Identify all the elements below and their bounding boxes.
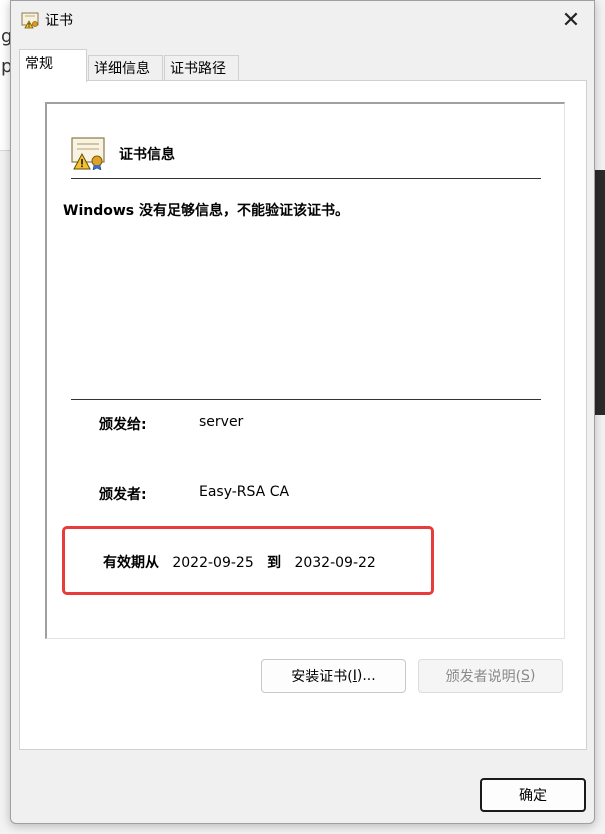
certificate-dialog: 证书 ✕ 常规 详细信息 证书路径 证书信息 Windows 没有足够信息，不能… (10, 0, 595, 824)
verification-warning: Windows 没有足够信息，不能验证该证书。 (63, 203, 349, 219)
title-bar: 证书 ✕ (11, 1, 594, 39)
install-certificate-label: 安装证书( (291, 669, 353, 685)
divider (71, 399, 541, 400)
valid-to-date: 2032-09-22 (294, 555, 376, 571)
certificate-warning-icon (71, 137, 105, 170)
tab-details[interactable]: 详细信息 (88, 55, 163, 81)
window-title: 证书 (45, 13, 73, 29)
install-certificate-button[interactable]: 安装证书(I)... (261, 659, 406, 693)
valid-from-date: 2022-09-25 (172, 555, 254, 571)
tab-label: 常规 (25, 56, 53, 72)
divider (71, 178, 541, 179)
tab-label: 证书路径 (170, 61, 226, 77)
issuer-statement-access-key: S (521, 668, 530, 684)
certificate-info-title: 证书信息 (119, 147, 175, 163)
certificate-warning-icon (21, 12, 39, 29)
install-label-suffix: )... (356, 668, 376, 684)
issued-by-value: Easy-RSA CA (199, 484, 290, 500)
issued-to-label: 颁发给: (99, 417, 147, 433)
ok-button[interactable]: 确定 (480, 778, 586, 812)
general-tab-panel: 证书信息 Windows 没有足够信息，不能验证该证书。 颁发给: server… (19, 80, 587, 750)
background-scrollbar (595, 170, 605, 415)
validity-label: 有效期从 (103, 555, 159, 571)
validity-to-word: 到 (267, 555, 282, 571)
ok-button-label: 确定 (519, 788, 547, 804)
background-window-strip: g p (0, 0, 12, 151)
issuer-statement-button[interactable]: 颁发者说明(S) (418, 659, 563, 693)
issued-to-value: server (199, 414, 244, 430)
issuer-statement-suffix: ) (529, 668, 536, 684)
certificate-info-box: 证书信息 Windows 没有足够信息，不能验证该证书。 颁发给: server… (45, 102, 565, 639)
close-icon: ✕ (561, 7, 581, 33)
issued-by-label: 颁发者: (99, 487, 147, 503)
issuer-statement-label: 颁发者说明( (445, 669, 522, 685)
tab-general[interactable]: 常规 (19, 49, 87, 82)
validity-period: 有效期从 2022-09-25 到 2032-09-22 (103, 552, 376, 572)
close-button[interactable]: ✕ (548, 1, 594, 39)
tab-certification-path[interactable]: 证书路径 (164, 55, 239, 81)
tab-label: 详细信息 (94, 61, 150, 77)
